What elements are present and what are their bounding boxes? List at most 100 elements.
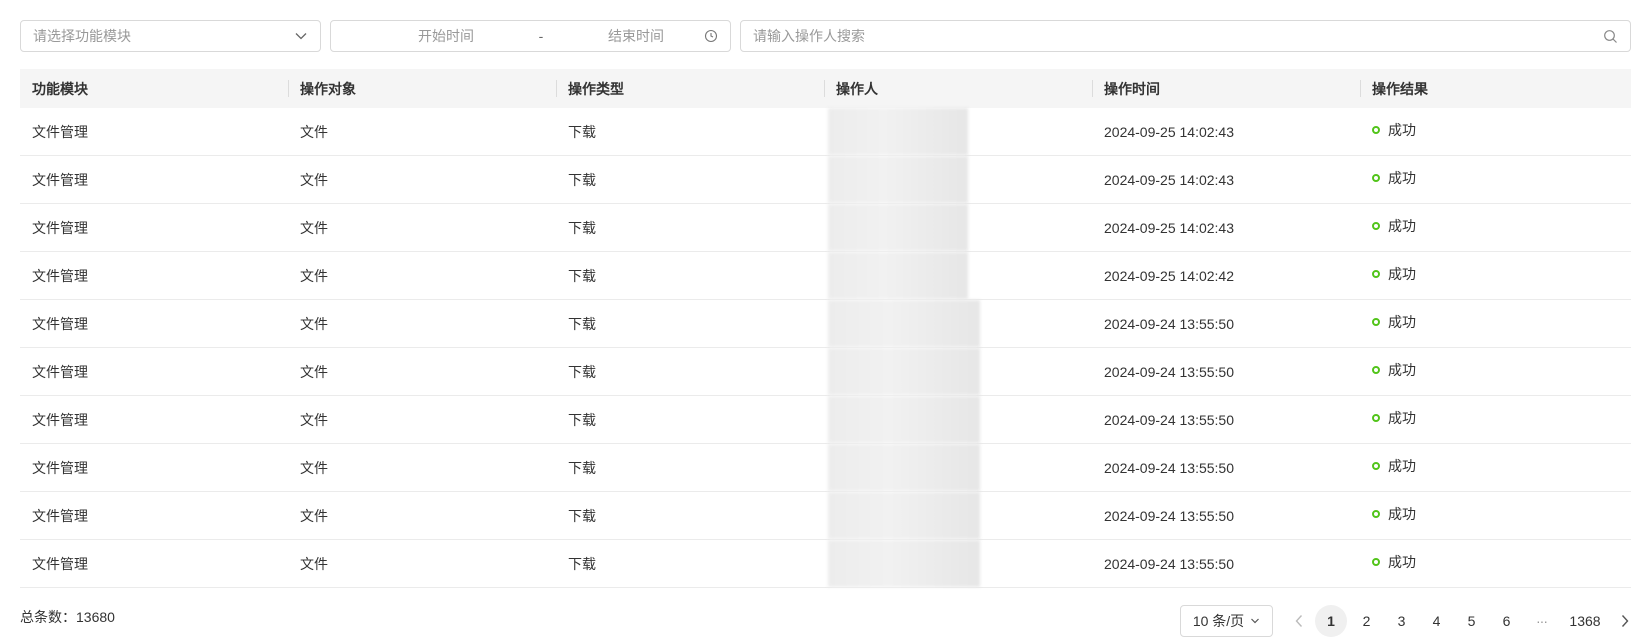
operation-log-table: 功能模块 操作对象 操作类型 操作人 操作时间 操作结果 文件管理 文件 下载 … xyxy=(20,69,1631,588)
search-icon[interactable] xyxy=(1603,29,1618,44)
start-time-input[interactable]: 开始时间 xyxy=(381,26,511,46)
cell-operator xyxy=(824,204,1092,251)
cell-module: 文件管理 xyxy=(32,171,88,188)
cell-module: 文件管理 xyxy=(32,315,88,332)
cell-type: 下载 xyxy=(568,267,596,284)
page-size-select[interactable]: 10 条/页 xyxy=(1180,605,1273,637)
status-text: 成功 xyxy=(1388,313,1416,330)
redacted-operator xyxy=(828,540,980,587)
status-dot-icon xyxy=(1372,365,1380,374)
status-badge: 成功 xyxy=(1372,216,1416,236)
page-button[interactable]: 4 xyxy=(1419,605,1454,637)
operation-log-page: 请选择功能模块 开始时间 - 结束时间 请输入操作人搜索 功能模块 操作对象 操… xyxy=(0,0,1645,643)
page-button[interactable]: 2 xyxy=(1349,605,1384,637)
clock-icon xyxy=(704,29,718,43)
cell-object: 文件 xyxy=(300,315,328,332)
cell-object: 文件 xyxy=(300,363,328,380)
status-badge: 成功 xyxy=(1372,408,1416,428)
redacted-operator xyxy=(828,492,980,539)
chevron-down-icon xyxy=(1251,618,1260,624)
status-dot-icon xyxy=(1372,221,1380,230)
status-dot-icon xyxy=(1372,317,1380,326)
cell-type: 下载 xyxy=(568,363,596,380)
cell-result: 成功 xyxy=(1360,108,1631,155)
cell-result: 成功 xyxy=(1360,300,1631,347)
redacted-operator xyxy=(828,108,968,155)
page-button[interactable]: 6 xyxy=(1489,605,1524,637)
cell-module: 文件管理 xyxy=(32,507,88,524)
status-text: 成功 xyxy=(1388,169,1416,186)
cell-type: 下载 xyxy=(568,411,596,428)
cell-object: 文件 xyxy=(300,123,328,140)
cell-type: 下载 xyxy=(568,555,596,572)
cell-module: 文件管理 xyxy=(32,555,88,572)
cell-operator xyxy=(824,108,1092,155)
total-count: 总条数：13680 xyxy=(20,609,115,625)
cell-operator xyxy=(824,252,1092,299)
redacted-operator xyxy=(828,156,968,203)
status-text: 成功 xyxy=(1388,361,1416,378)
chevron-left-icon xyxy=(1295,615,1303,627)
cell-time: 2024-09-24 13:55:50 xyxy=(1104,555,1234,572)
end-time-input[interactable]: 结束时间 xyxy=(571,26,701,46)
cell-operator xyxy=(824,156,1092,203)
status-badge: 成功 xyxy=(1372,168,1416,188)
column-header: 操作对象 xyxy=(288,69,556,108)
status-text: 成功 xyxy=(1388,553,1416,570)
table-row: 文件管理 文件 下载 2024-09-24 13:55:50 成功 xyxy=(20,444,1631,492)
cell-type: 下载 xyxy=(568,315,596,332)
cell-type: 下载 xyxy=(568,459,596,476)
table-header: 功能模块 操作对象 操作类型 操作人 操作时间 操作结果 xyxy=(20,69,1631,108)
cell-operator xyxy=(824,300,1092,347)
status-dot-icon xyxy=(1372,461,1380,470)
next-page-button[interactable] xyxy=(1611,605,1639,637)
cell-object: 文件 xyxy=(300,555,328,572)
cell-time: 2024-09-24 13:55:50 xyxy=(1104,411,1234,428)
page-button-last[interactable]: 1368 xyxy=(1559,605,1611,637)
page-button[interactable]: 3 xyxy=(1384,605,1419,637)
column-header: 功能模块 xyxy=(32,80,88,97)
status-text: 成功 xyxy=(1388,409,1416,426)
redacted-operator xyxy=(828,252,968,299)
status-dot-icon xyxy=(1372,557,1380,566)
date-range-picker[interactable]: 开始时间 - 结束时间 xyxy=(330,20,731,52)
cell-result: 成功 xyxy=(1360,348,1631,395)
cell-result: 成功 xyxy=(1360,156,1631,203)
cell-object: 文件 xyxy=(300,411,328,428)
cell-type: 下载 xyxy=(568,123,596,140)
status-dot-icon xyxy=(1372,269,1380,278)
column-header: 操作类型 xyxy=(556,69,824,108)
cell-operator xyxy=(824,396,1092,443)
prev-page-button[interactable] xyxy=(1285,605,1313,637)
date-separator: - xyxy=(538,28,544,44)
status-text: 成功 xyxy=(1388,217,1416,234)
table-row: 文件管理 文件 下载 2024-09-24 13:55:50 成功 xyxy=(20,396,1631,444)
cell-type: 下载 xyxy=(568,507,596,524)
status-text: 成功 xyxy=(1388,505,1416,522)
cell-operator xyxy=(824,348,1092,395)
cell-result: 成功 xyxy=(1360,540,1631,587)
cell-module: 文件管理 xyxy=(32,219,88,236)
page-ellipsis[interactable]: ··· xyxy=(1524,605,1559,637)
status-text: 成功 xyxy=(1388,265,1416,282)
status-badge: 成功 xyxy=(1372,504,1416,524)
cell-operator xyxy=(824,492,1092,539)
cell-time: 2024-09-24 13:55:50 xyxy=(1104,507,1234,524)
cell-operator xyxy=(824,540,1092,587)
table-row: 文件管理 文件 下载 2024-09-25 14:02:43 成功 xyxy=(20,156,1631,204)
status-dot-icon xyxy=(1372,509,1380,518)
cell-result: 成功 xyxy=(1360,492,1631,539)
table-row: 文件管理 文件 下载 2024-09-24 13:55:50 成功 xyxy=(20,492,1631,540)
status-text: 成功 xyxy=(1388,457,1416,474)
cell-object: 文件 xyxy=(300,219,328,236)
page-button[interactable]: 5 xyxy=(1454,605,1489,637)
column-header: 操作结果 xyxy=(1360,69,1631,108)
page-button-current[interactable]: 1 xyxy=(1315,605,1347,637)
operator-search-input[interactable]: 请输入操作人搜索 xyxy=(740,20,1631,52)
module-select[interactable]: 请选择功能模块 xyxy=(20,20,321,52)
redacted-operator xyxy=(828,348,980,395)
cell-object: 文件 xyxy=(300,171,328,188)
cell-time: 2024-09-25 14:02:43 xyxy=(1104,171,1234,188)
column-header: 操作时间 xyxy=(1092,69,1360,108)
status-badge: 成功 xyxy=(1372,552,1416,572)
